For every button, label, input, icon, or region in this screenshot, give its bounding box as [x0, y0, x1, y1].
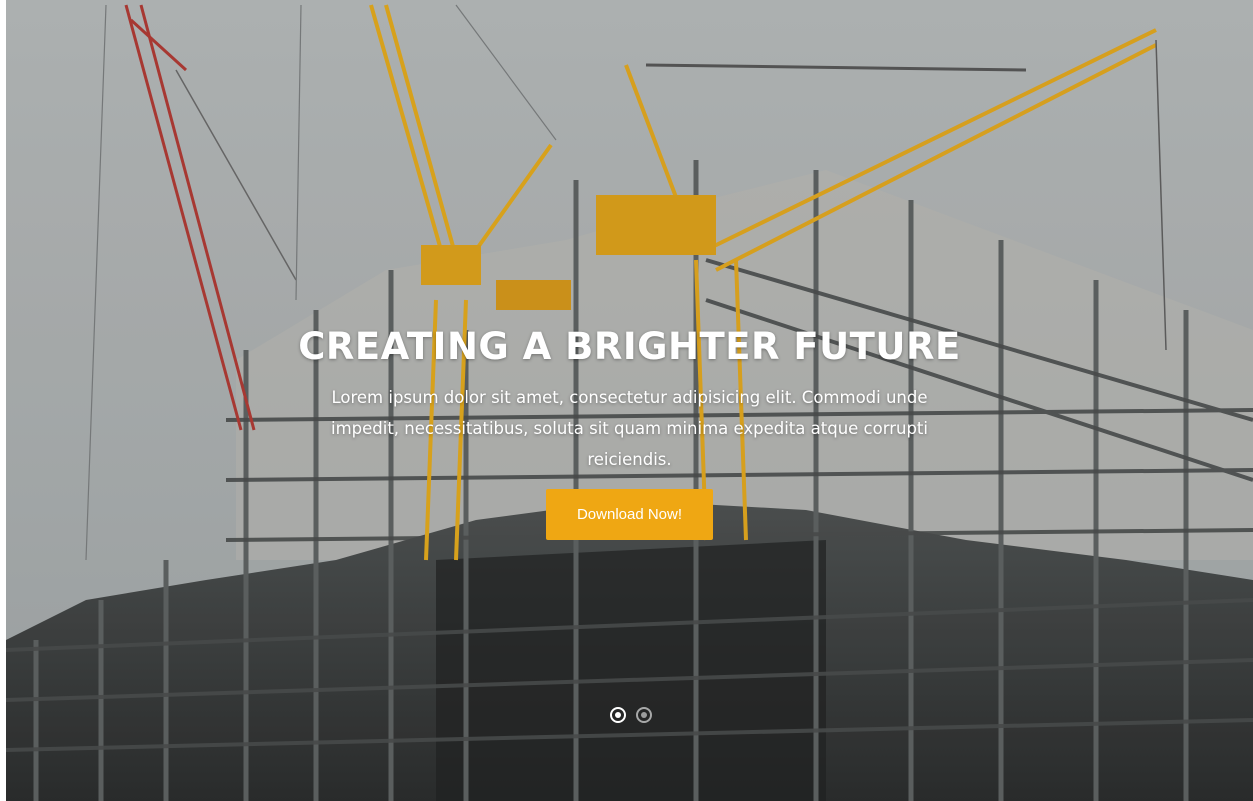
carousel-dot-1[interactable] — [610, 707, 626, 723]
hero-slider: CREATING A BRIGHTER FUTURE Lorem ipsum d… — [6, 0, 1253, 801]
hero-title: CREATING A BRIGHTER FUTURE — [298, 325, 961, 368]
hero-content: CREATING A BRIGHTER FUTURE Lorem ipsum d… — [6, 322, 1253, 540]
download-now-button[interactable]: Download Now! — [546, 489, 713, 540]
hero-description: Lorem ipsum dolor sit amet, consectetur … — [331, 388, 928, 469]
carousel-dot-2[interactable] — [636, 707, 652, 723]
carousel-indicators — [610, 707, 652, 727]
